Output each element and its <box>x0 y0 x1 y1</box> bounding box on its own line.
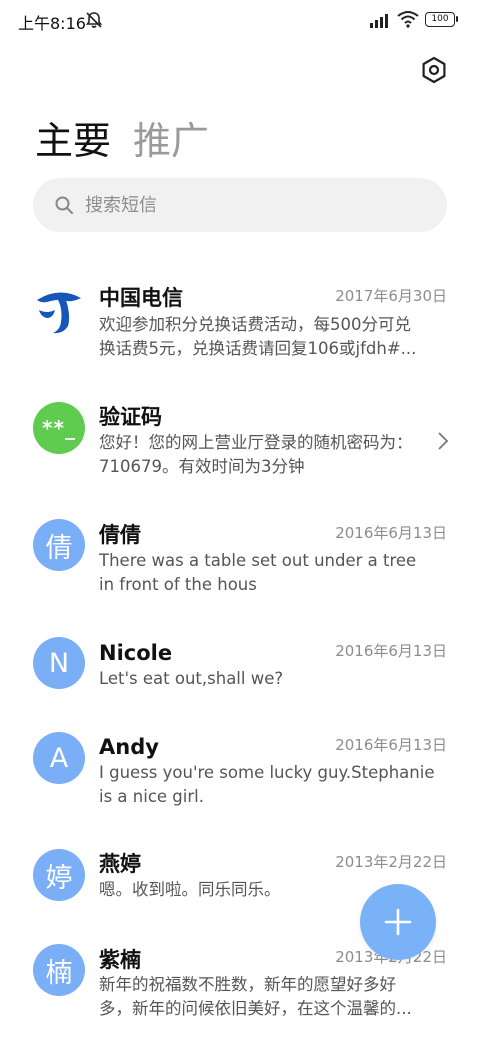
wifi-icon <box>397 11 419 28</box>
message-preview-line: 换话费5元，兑换话费请回复106或jfdh#... <box>99 339 417 358</box>
telecom-logo-avatar <box>33 284 85 336</box>
search-icon <box>55 196 73 214</box>
message-preview-line: in front of the hous <box>99 575 257 594</box>
signal-icon <box>370 14 388 28</box>
status-time: 上午8:16 <box>18 14 86 33</box>
contact-name: 紫楠 <box>99 948 141 972</box>
contact-name: 倩倩 <box>99 523 141 547</box>
conversation-item[interactable]: N Nicole 2016年6月13日 Let's eat out,shall … <box>0 637 480 707</box>
settings-button[interactable] <box>416 52 452 88</box>
message-date: 2016年6月13日 <box>335 736 447 754</box>
tab-promotions[interactable]: 推广 <box>133 116 209 166</box>
message-preview-line: 您好！您的网上营业厅登录的随机密码为： <box>99 433 413 452</box>
conversation-item[interactable]: 倩 倩倩 2016年6月13日 There was a table set ou… <box>0 519 480 609</box>
avatar: 婷 <box>33 849 85 901</box>
message-preview-line: 欢迎参加积分兑换话费活动，每500分可兑 <box>99 315 411 334</box>
status-bar: 上午8:16 100 <box>0 0 480 44</box>
search-input[interactable] <box>85 194 405 216</box>
message-date: 2013年2月22日 <box>335 853 447 871</box>
china-telecom-logo-icon <box>37 292 81 334</box>
message-preview-line: I guess you're some lucky guy.Stephanie <box>99 763 435 782</box>
contact-name: Nicole <box>99 641 173 665</box>
avatar: **_ <box>33 402 85 454</box>
plus-icon <box>384 908 412 936</box>
avatar: N <box>33 637 85 689</box>
contact-name: 中国电信 <box>99 286 183 310</box>
message-date: 2017年6月30日 <box>335 287 447 305</box>
message-preview-line: 多，新年的问候依旧美好，在这个温馨的... <box>99 999 412 1018</box>
message-preview-line: 新年的祝福数不胜数，新年的愿望好多好 <box>99 975 396 994</box>
tab-bar: 主要 推广 <box>35 112 231 166</box>
message-preview-line: is a nice girl. <box>99 787 204 806</box>
search-bar[interactable] <box>33 178 447 232</box>
message-date: 2016年6月13日 <box>335 524 447 542</box>
battery-indicator: 100 <box>425 12 458 27</box>
muted-bell-icon <box>85 12 103 28</box>
message-preview-line: 710679。有效时间为3分钟 <box>99 457 305 476</box>
contact-name: 验证码 <box>99 405 162 429</box>
conversation-item[interactable]: 中国电信 2017年6月30日 欢迎参加积分兑换话费活动，每500分可兑 换话费… <box>0 280 480 370</box>
contact-name: Andy <box>99 735 159 759</box>
gear-icon <box>422 56 446 84</box>
conversation-item[interactable]: A Andy 2016年6月13日 I guess you're some lu… <box>0 732 480 822</box>
contact-name: 燕婷 <box>99 852 141 876</box>
avatar: 倩 <box>33 519 85 571</box>
avatar: A <box>33 732 85 784</box>
tab-primary[interactable]: 主要 <box>35 116 111 166</box>
message-date: 2016年6月13日 <box>335 642 447 660</box>
message-preview-line: Let's eat out,shall we? <box>99 669 284 688</box>
compose-button[interactable] <box>360 884 436 960</box>
conversation-item[interactable]: **_ 验证码 您好！您的网上营业厅登录的随机密码为： 710679。有效时间为… <box>0 402 480 492</box>
avatar: 楠 <box>33 944 85 996</box>
message-preview-line: There was a table set out under a tree <box>99 551 417 570</box>
